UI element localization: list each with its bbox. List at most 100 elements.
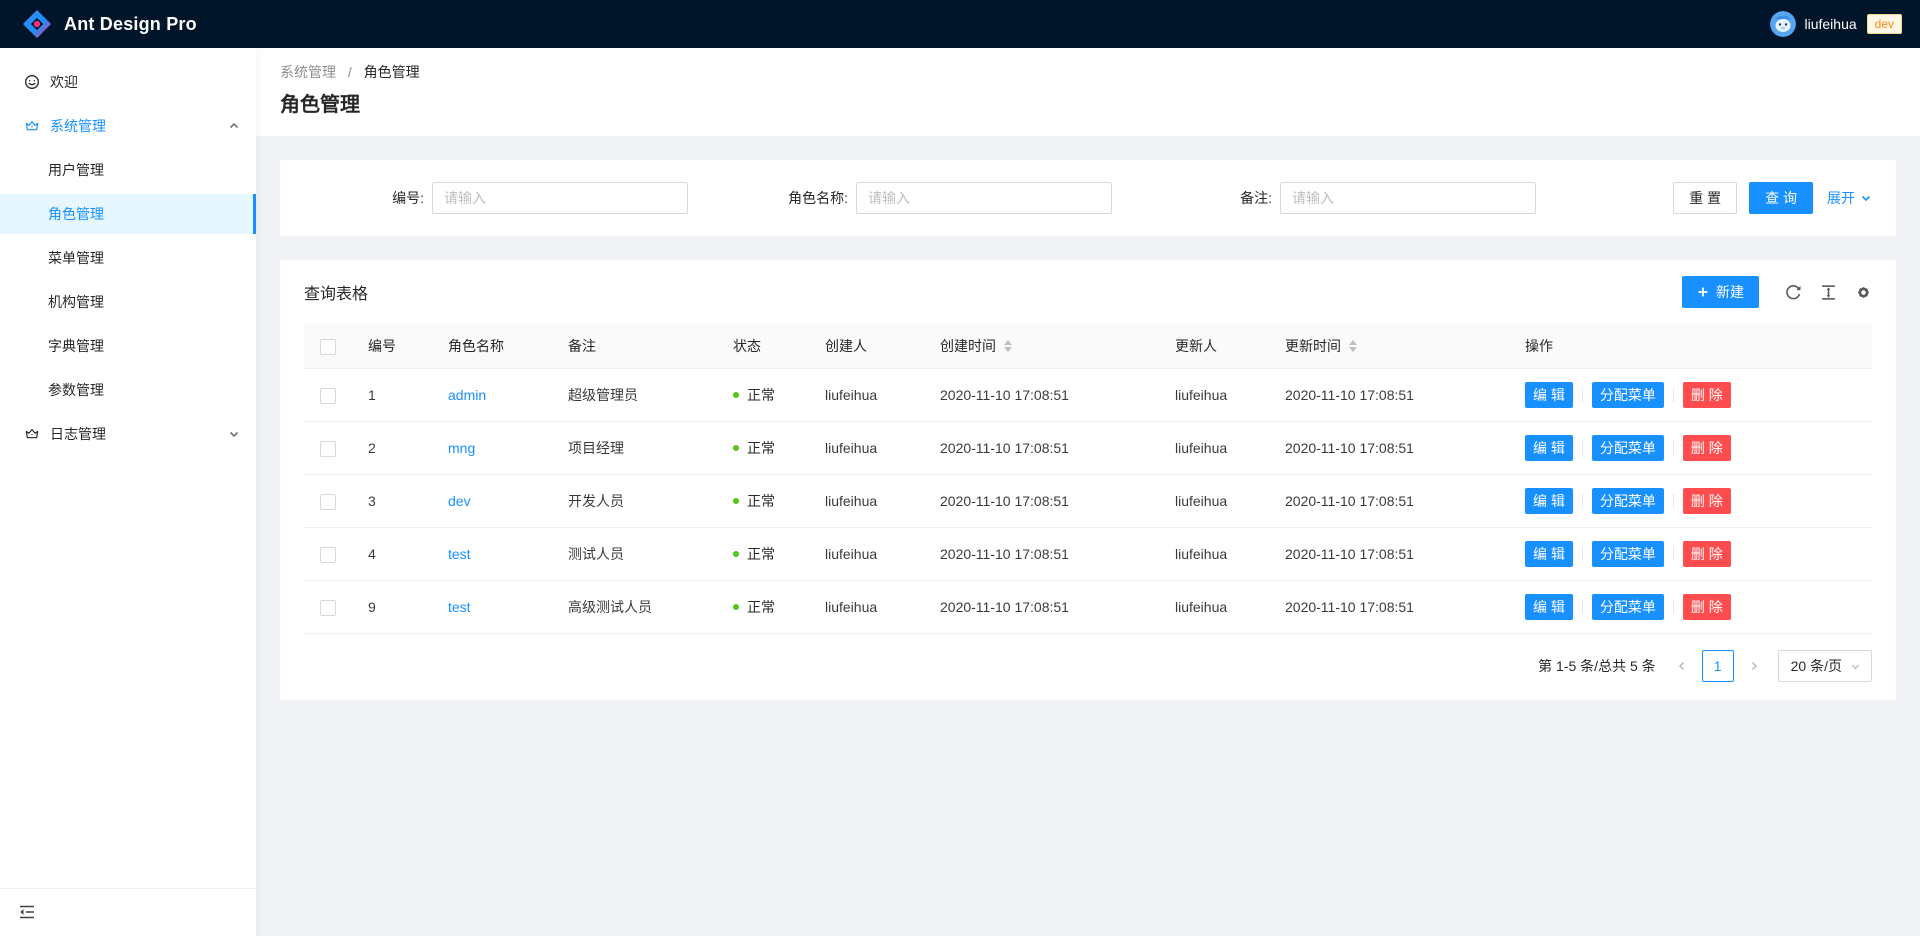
toolbar-actions: 新建 (1682, 276, 1872, 308)
role-name-link[interactable]: test (448, 546, 471, 562)
next-page-icon[interactable] (1738, 650, 1770, 682)
divider (1582, 388, 1583, 402)
role-name-link[interactable]: mng (448, 440, 475, 456)
col-header-created[interactable]: 创建时间 (924, 324, 1159, 369)
chevron-down-icon (228, 428, 240, 440)
cell-updated: 2020-11-10 17:08:51 (1269, 369, 1509, 422)
page-number-1[interactable]: 1 (1702, 650, 1734, 682)
reload-icon[interactable] (1785, 284, 1802, 301)
breadcrumb-separator: / (348, 64, 352, 80)
table-row: 3 dev 开发人员 正常 liufeihua 2020-11-10 17:08… (304, 475, 1872, 528)
sidebar-item-dict-mgmt[interactable]: 字典管理 (0, 326, 256, 366)
edit-button[interactable]: 编 辑 (1525, 435, 1573, 461)
reset-button[interactable]: 重 置 (1673, 182, 1737, 214)
search-field-remark: 备注: (1152, 182, 1536, 214)
row-checkbox[interactable] (320, 494, 336, 510)
row-checkbox[interactable] (320, 547, 336, 563)
column-height-icon[interactable] (1820, 284, 1837, 301)
menu-fold-icon[interactable] (18, 903, 38, 923)
sidebar: 欢迎 系统管理 用户管理 角色管理 菜单管理 (0, 48, 256, 936)
edit-button[interactable]: 编 辑 (1525, 488, 1573, 514)
table-row: 4 test 测试人员 正常 liufeihua 2020-11-10 17:0… (304, 528, 1872, 581)
delete-button[interactable]: 删 除 (1683, 594, 1731, 620)
status-badge: 正常 (747, 597, 775, 617)
status-badge: 正常 (747, 491, 775, 511)
col-header-updated[interactable]: 更新时间 (1269, 324, 1509, 369)
col-header-updater: 更新人 (1159, 324, 1269, 369)
role-name-link[interactable]: dev (448, 493, 471, 509)
sort-carets-icon[interactable] (1004, 340, 1012, 352)
page-size-select[interactable]: 20 条/页 (1778, 650, 1872, 682)
expand-toggle[interactable]: 展开 (1827, 188, 1872, 208)
sort-carets-icon[interactable] (1349, 340, 1357, 352)
sidebar-item-org-mgmt[interactable]: 机构管理 (0, 282, 256, 322)
cell-updater: liufeihua (1159, 369, 1269, 422)
status-dot (733, 498, 739, 504)
edit-button[interactable]: 编 辑 (1525, 541, 1573, 567)
role-name-link[interactable]: test (448, 599, 471, 615)
table-toolbar: 查询表格 新建 (280, 260, 1896, 324)
row-checkbox[interactable] (320, 388, 336, 404)
sidebar-item-menu-mgmt[interactable]: 菜单管理 (0, 238, 256, 278)
new-button[interactable]: 新建 (1682, 276, 1759, 308)
col-header-creator: 创建人 (809, 324, 924, 369)
gear-icon[interactable] (1855, 284, 1872, 301)
avatar[interactable] (1770, 11, 1796, 37)
delete-button[interactable]: 删 除 (1683, 488, 1731, 514)
smile-icon (24, 74, 40, 90)
role-name-input[interactable] (856, 182, 1112, 214)
search-card: 编号: 角色名称: 备注: 重 置 查 询 展开 (280, 160, 1896, 236)
query-button[interactable]: 查 询 (1749, 182, 1813, 214)
sidebar-item-welcome[interactable]: 欢迎 (0, 62, 256, 102)
col-header-status: 状态 (717, 324, 809, 369)
app-logo[interactable]: Ant Design Pro (0, 9, 197, 39)
row-checkbox[interactable] (320, 600, 336, 616)
edit-button[interactable]: 编 辑 (1525, 382, 1573, 408)
remark-input[interactable] (1280, 182, 1536, 214)
divider (1673, 547, 1674, 561)
delete-button[interactable]: 删 除 (1683, 541, 1731, 567)
sidebar-item-logs[interactable]: 日志管理 (0, 414, 256, 454)
main-content: 系统管理 / 角色管理 角色管理 编号: 角色名称: 备注: (256, 0, 1920, 724)
cell-creator: liufeihua (809, 581, 924, 634)
status-dot (733, 604, 739, 610)
assign-menu-button[interactable]: 分配菜单 (1592, 382, 1664, 408)
sidebar-menu: 欢迎 系统管理 用户管理 角色管理 菜单管理 (0, 48, 256, 888)
role-name-link[interactable]: admin (448, 387, 486, 403)
edit-button[interactable]: 编 辑 (1525, 594, 1573, 620)
assign-menu-button[interactable]: 分配菜单 (1592, 541, 1664, 567)
prev-page-icon[interactable] (1666, 650, 1698, 682)
assign-menu-button[interactable]: 分配菜单 (1592, 488, 1664, 514)
select-all-checkbox[interactable] (320, 339, 336, 355)
cell-id: 1 (352, 369, 432, 422)
cell-updater: liufeihua (1159, 422, 1269, 475)
pagination: 第 1-5 条/总共 5 条 1 20 条/页 (280, 634, 1896, 700)
table-row: 9 test 高级测试人员 正常 liufeihua 2020-11-10 17… (304, 581, 1872, 634)
cell-created: 2020-11-10 17:08:51 (924, 422, 1159, 475)
cell-created: 2020-11-10 17:08:51 (924, 528, 1159, 581)
sidebar-item-user-mgmt[interactable]: 用户管理 (0, 150, 256, 190)
assign-menu-button[interactable]: 分配菜单 (1592, 435, 1664, 461)
sidebar-item-role-mgmt[interactable]: 角色管理 (0, 194, 256, 234)
sidebar-item-param-mgmt[interactable]: 参数管理 (0, 370, 256, 410)
plus-icon (1697, 286, 1709, 298)
username[interactable]: liufeihua (1804, 16, 1856, 32)
sidebar-item-label: 菜单管理 (48, 248, 104, 268)
divider (1582, 494, 1583, 508)
breadcrumb-system[interactable]: 系统管理 (280, 64, 336, 80)
cell-remark: 超级管理员 (552, 369, 717, 422)
sidebar-item-label: 参数管理 (48, 380, 104, 400)
divider (1673, 494, 1674, 508)
chevron-down-icon (1850, 661, 1861, 672)
chevron-up-icon (228, 120, 240, 132)
delete-button[interactable]: 删 除 (1683, 382, 1731, 408)
crown-icon (24, 426, 40, 442)
table-card: 查询表格 新建 (280, 260, 1896, 700)
sidebar-item-system[interactable]: 系统管理 (0, 106, 256, 146)
divider (1673, 388, 1674, 402)
row-checkbox[interactable] (320, 441, 336, 457)
delete-button[interactable]: 删 除 (1683, 435, 1731, 461)
assign-menu-button[interactable]: 分配菜单 (1592, 594, 1664, 620)
search-form: 编号: 角色名称: 备注: 重 置 查 询 展开 (304, 182, 1872, 214)
id-input[interactable] (432, 182, 688, 214)
